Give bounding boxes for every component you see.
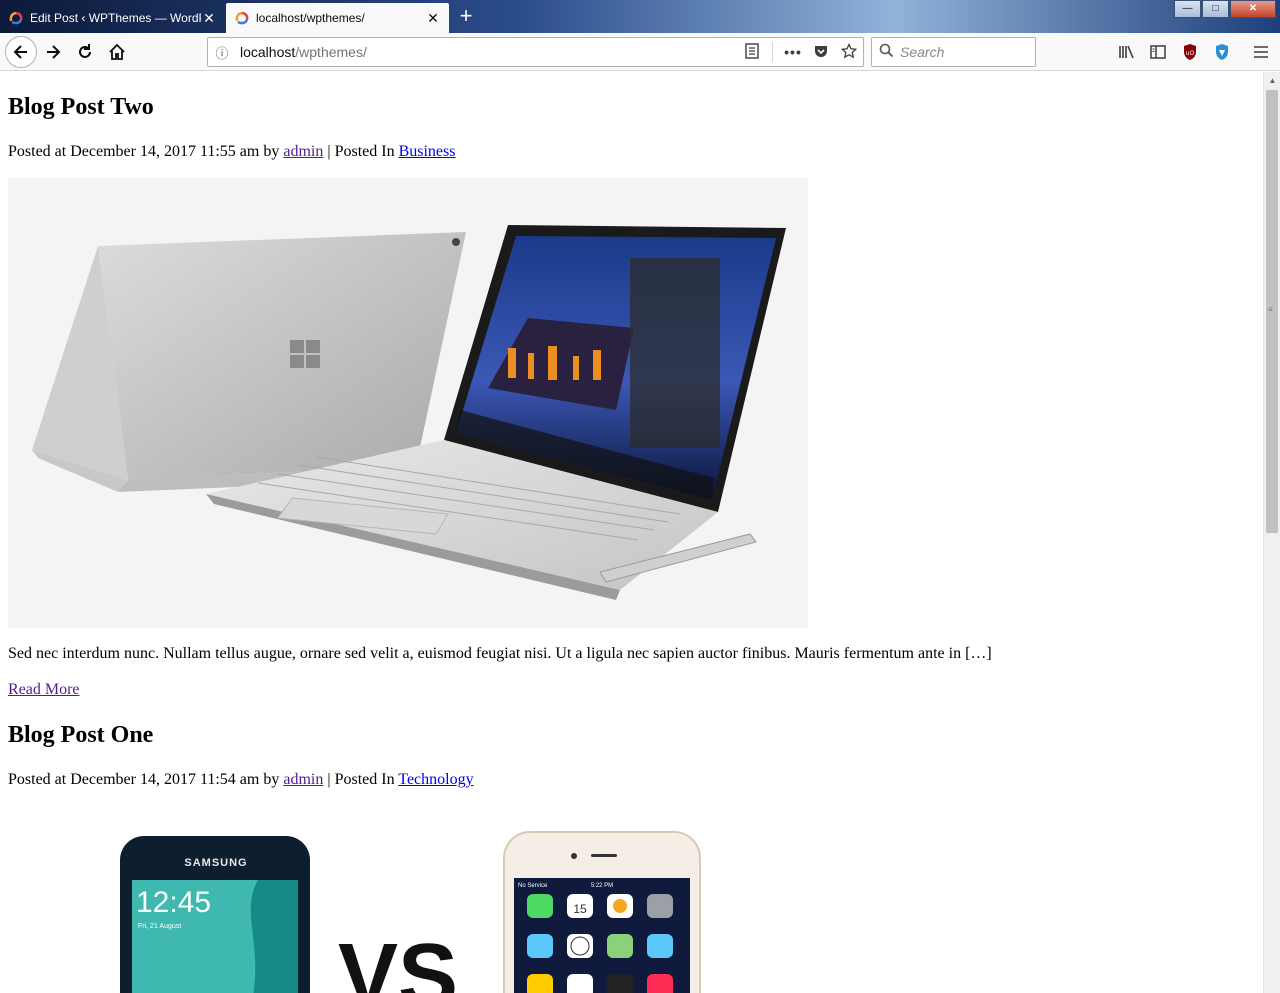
tab-localhost[interactable]: localhost/wpthemes/ ✕ [226, 3, 449, 33]
url-text[interactable]: localhost/wpthemes/ [236, 44, 738, 60]
scroll-up-arrow-icon[interactable]: ▲ [1264, 72, 1280, 89]
close-tab-icon[interactable]: ✕ [201, 10, 217, 26]
wpthemes-favicon-icon [235, 11, 249, 25]
vs-text: VS [338, 926, 458, 993]
minimize-button[interactable]: — [1174, 0, 1201, 18]
page-viewport: Blog Post Two Posted at December 14, 201… [0, 72, 1263, 993]
reload-icon [79, 44, 91, 58]
read-more-link[interactable]: Read More [8, 681, 80, 699]
reader-view-icon[interactable] [738, 42, 766, 62]
home-icon [109, 43, 125, 60]
close-window-button[interactable]: ✕ [1230, 0, 1276, 18]
laptop-image [8, 178, 808, 628]
back-button[interactable] [5, 36, 37, 68]
post-meta: Posted at December 14, 2017 11:55 am by … [8, 143, 456, 160]
ublock-icon[interactable]: uO [1179, 41, 1201, 63]
author-link[interactable]: admin [283, 143, 323, 160]
phones-image: SAMSUNG 12:45 Fri, 21 August VS No Servi… [8, 806, 808, 993]
scrollbar-grip-icon: ≡ [1268, 305, 1273, 314]
carrier-text: No Service [518, 883, 548, 889]
new-tab-button[interactable]: + [452, 4, 480, 30]
search-icon [872, 43, 900, 61]
tab-title: Edit Post ‹ WPThemes — WordPress [30, 11, 201, 25]
page-actions-icon[interactable]: ••• [779, 44, 807, 60]
post-excerpt: Sed nec interdum nunc. Nullam tellus aug… [8, 645, 992, 662]
sidebar-icon[interactable] [1147, 41, 1169, 63]
author-link[interactable]: admin [283, 771, 323, 788]
tab-edit-post[interactable]: Edit Post ‹ WPThemes — WordPress ✕ [0, 3, 225, 33]
samsung-logo-text: SAMSUNG [184, 857, 247, 869]
search-field[interactable]: Search [871, 37, 1036, 67]
lockscreen-date: Fri, 21 August [138, 923, 181, 930]
category-link[interactable]: Business [399, 143, 456, 160]
lockscreen-clock: 12:45 [136, 886, 211, 919]
tab-title: localhost/wpthemes/ [256, 11, 365, 25]
calendar-day: 15 [573, 902, 587, 916]
close-tab-icon[interactable]: ✕ [425, 10, 441, 26]
menu-icon[interactable] [1250, 41, 1272, 63]
forward-icon [47, 45, 61, 59]
home-button[interactable] [102, 37, 132, 67]
info-icon[interactable]: ⓘ [208, 43, 236, 62]
reload-button[interactable] [70, 37, 100, 67]
post-title[interactable]: Blog Post One [8, 722, 153, 749]
navigation-toolbar: ⓘ localhost/wpthemes/ ••• Search uO [0, 33, 1280, 71]
page-scrollbar[interactable]: ▲ ≡ [1263, 72, 1280, 993]
window-controls: — □ ✕ [1173, 0, 1276, 18]
post-meta: Posted at December 14, 2017 11:54 am by … [8, 771, 474, 788]
tab-strip: Edit Post ‹ WPThemes — WordPress ✕ local… [0, 0, 1280, 33]
post-title[interactable]: Blog Post Two [8, 94, 154, 121]
wpthemes-favicon-icon [9, 11, 23, 25]
url-bar[interactable]: ⓘ localhost/wpthemes/ ••• [207, 37, 864, 67]
bookmark-star-icon[interactable] [835, 42, 863, 62]
back-icon [13, 45, 27, 59]
restore-button[interactable]: □ [1202, 0, 1229, 18]
pocket-icon[interactable] [807, 43, 835, 62]
shield-icon[interactable] [1211, 41, 1233, 63]
category-link[interactable]: Technology [398, 771, 473, 788]
library-icon[interactable] [1116, 41, 1138, 63]
svg-text:uO: uO [1186, 50, 1195, 57]
forward-button[interactable] [38, 37, 68, 67]
search-placeholder: Search [900, 44, 945, 60]
status-time: 5:22 PM [591, 883, 613, 889]
